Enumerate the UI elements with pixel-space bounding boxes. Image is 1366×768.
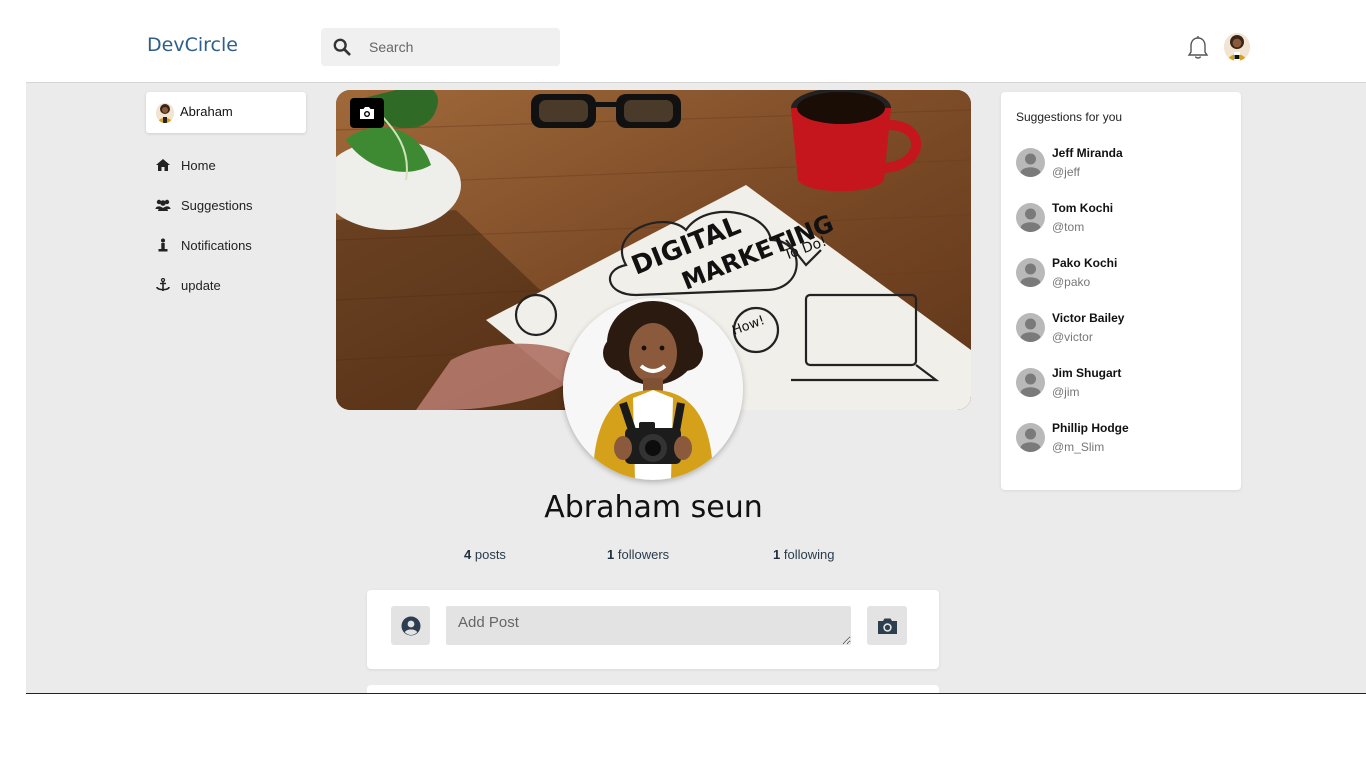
suggestions-list: Jeff Miranda @jeff Tom Kochi @tom Pako K… (1016, 146, 1231, 476)
bell-icon[interactable] (1186, 35, 1210, 61)
suggestion-handle: @victor (1052, 330, 1093, 344)
sidebar-item-notifications[interactable]: Notifications (146, 225, 306, 265)
suggestions-panel: Suggestions for you Jeff Miranda @jeff T… (1001, 92, 1241, 490)
profile-picture[interactable] (563, 298, 743, 480)
post-card (367, 685, 939, 693)
sidebar-user-name: Abraham (180, 104, 233, 119)
stat-following-label: following (783, 547, 835, 562)
stat-posts-count: 4 (464, 547, 472, 562)
default-avatar-icon (1016, 203, 1045, 232)
sidebar-item-label: update (181, 277, 221, 293)
stat-following[interactable]: 1 following (773, 547, 834, 562)
default-avatar-icon (1016, 423, 1045, 452)
default-avatar-icon (1016, 258, 1045, 287)
header-avatar[interactable] (1224, 33, 1250, 61)
brand-logo[interactable]: DevCircle (147, 34, 238, 56)
change-cover-button[interactable] (350, 98, 384, 128)
sidebar-item-update[interactable]: update (146, 265, 306, 305)
profile-stats: 4 posts 1 followers 1 following (336, 547, 971, 567)
stat-posts[interactable]: 4 posts (464, 547, 506, 562)
sidebar-item-label: Notifications (181, 237, 252, 253)
sidebar-nav: Home Suggestions Notifications update (146, 145, 306, 305)
app-frame: DevCircle Search Abraham Home Suggestion… (26, 0, 1366, 694)
user-circle-icon (401, 616, 420, 635)
suggestion-item[interactable]: Jeff Miranda @jeff (1016, 146, 1231, 201)
suggestion-item[interactable]: Victor Bailey @victor (1016, 311, 1231, 366)
default-avatar-icon (1016, 368, 1045, 397)
default-avatar-icon (1016, 148, 1045, 177)
suggestion-item[interactable]: Tom Kochi @tom (1016, 201, 1231, 256)
suggestion-name: Jeff Miranda (1052, 146, 1123, 160)
profile-name: Abraham seun (544, 490, 763, 525)
search-box (321, 28, 560, 66)
stat-followers[interactable]: 1 followers (607, 547, 669, 562)
suggestion-handle: @m_Slim (1052, 440, 1105, 454)
add-photo-button[interactable] (867, 606, 907, 645)
camera-icon (360, 107, 374, 119)
suggestion-item[interactable]: Pako Kochi @pako (1016, 256, 1231, 311)
suggestion-handle: @jim (1052, 385, 1080, 399)
suggestion-name: Tom Kochi (1052, 201, 1114, 215)
users-icon (155, 199, 171, 211)
suggestion-item[interactable]: Phillip Hodge @m_Slim (1016, 421, 1231, 476)
sidebar-user-card[interactable]: Abraham (146, 92, 306, 133)
anchor-icon (156, 278, 170, 291)
person-icon (158, 238, 168, 252)
avatar (156, 103, 174, 123)
post-composer (367, 590, 939, 669)
sidebar-item-suggestions[interactable]: Suggestions (146, 185, 306, 225)
stat-posts-label: posts (474, 547, 506, 562)
home-icon (156, 159, 170, 171)
top-navbar: DevCircle (26, 0, 1366, 83)
stat-followers-label: followers (617, 547, 670, 562)
sidebar-item-label: Suggestions (181, 197, 253, 213)
suggestions-title: Suggestions for you (1016, 110, 1123, 124)
composer-avatar (391, 606, 430, 645)
suggestion-handle: @pako (1052, 275, 1091, 289)
suggestion-handle: @tom (1052, 220, 1085, 234)
default-avatar-icon (1016, 313, 1045, 342)
add-post-input[interactable] (446, 606, 851, 645)
camera-icon (877, 618, 897, 634)
suggestion-item[interactable]: Jim Shugart @jim (1016, 366, 1231, 421)
sidebar-item-home[interactable]: Home (146, 145, 306, 185)
suggestion-name: Victor Bailey (1052, 311, 1125, 325)
suggestion-name: Jim Shugart (1052, 366, 1122, 380)
stat-following-count: 1 (773, 547, 781, 562)
sidebar-item-label: Home (181, 157, 216, 173)
suggestion-handle: @jeff (1052, 165, 1080, 179)
search-input[interactable] (369, 28, 554, 66)
suggestion-name: Pako Kochi (1052, 256, 1118, 270)
stat-followers-count: 1 (607, 547, 615, 562)
suggestion-name: Phillip Hodge (1052, 421, 1129, 435)
search-icon (333, 38, 351, 56)
